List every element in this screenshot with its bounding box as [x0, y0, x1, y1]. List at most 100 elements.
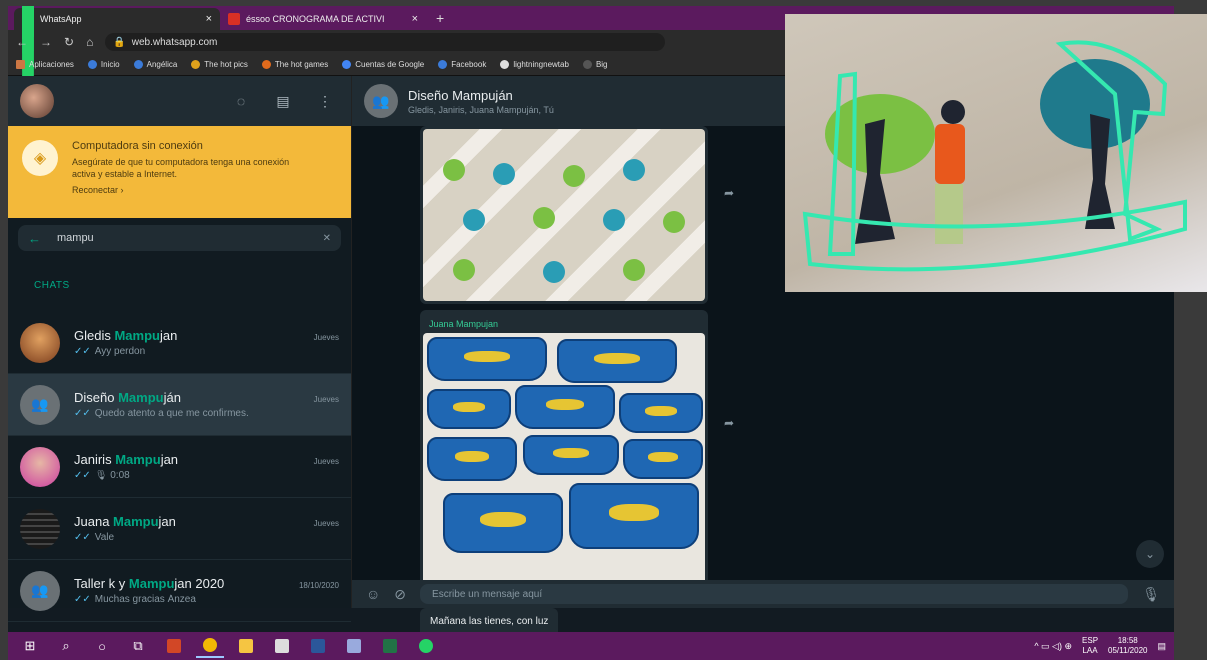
excel-icon[interactable] [376, 634, 404, 658]
chat-item[interactable]: Gledis Mampujan Jueves ✓✓ Ayy perdon [8, 312, 351, 374]
read-ticks-icon: ✓✓ [74, 470, 91, 481]
chrome-icon[interactable] [196, 634, 224, 658]
back-arrow-icon[interactable]: ← [28, 231, 41, 246]
clock[interactable]: 18:58 05/11/2020 [1108, 636, 1147, 656]
forward-icon[interactable]: → [40, 35, 52, 49]
close-tab-icon[interactable]: × [206, 13, 212, 25]
home-icon[interactable]: ⌂ [86, 35, 93, 49]
status-icon[interactable]: ◌ [227, 93, 255, 109]
word-icon[interactable] [304, 634, 332, 658]
offline-icon: ◈ [22, 140, 58, 176]
tab-whatsapp[interactable]: WhatsApp × [14, 6, 220, 285]
chat-item[interactable]: 👥 Diseño Mampuján Jueves ✓✓ Quedo atento a… [8, 374, 351, 436]
banner-text: Asegúrate de que tu computadora tenga un… [72, 157, 290, 179]
language-indicator[interactable]: ESP LAA [1082, 636, 1098, 656]
read-ticks-icon: ✓✓ [74, 408, 91, 419]
url-field[interactable]: 🔒 web.whatsapp.com [105, 33, 666, 51]
forward-icon[interactable]: ➦ [724, 186, 734, 200]
reload-icon[interactable]: ↻ [64, 35, 74, 49]
file-explorer-icon[interactable] [232, 634, 260, 658]
tree-motif [463, 209, 485, 231]
bookmark-icon [191, 60, 201, 69]
avatar [20, 446, 60, 487]
image-message[interactable]: Juana Mampujan [420, 310, 708, 606]
figure-head [941, 100, 965, 124]
bookmark-item[interactable]: The hot games [261, 60, 328, 69]
mask-motif [443, 493, 563, 553]
windows-start-icon[interactable]: ⊞ [16, 634, 44, 658]
avatar [20, 322, 60, 363]
search-icon[interactable]: ⌕ [52, 634, 80, 658]
tree-motif [623, 159, 645, 181]
bookmark-item[interactable]: Facebook [438, 60, 486, 69]
scroll-down-button[interactable]: ⌄ [1136, 540, 1164, 568]
group-avatar-icon: 👥 [20, 570, 60, 611]
message-input[interactable]: Escribe un mensaje aquí [420, 584, 1129, 604]
new-tab-button[interactable]: + [426, 10, 454, 30]
search-input[interactable]: ← mampu ✕ [18, 225, 341, 251]
menu-icon[interactable]: ⋮ [311, 93, 339, 110]
tab-gmail[interactable]: éssoo CRONOGRAMA DE ACTIVI × [220, 8, 426, 30]
group-avatar-icon: 👥 [20, 384, 60, 425]
image-message[interactable] [420, 126, 708, 304]
mask-motif [427, 389, 511, 429]
bookmark-item[interactable]: lightningnewtab [500, 60, 569, 69]
back-icon[interactable]: ← [16, 35, 28, 49]
attach-icon[interactable]: ⊘ [394, 586, 406, 603]
mask-closeup-photo [785, 14, 1207, 292]
bookmark-item[interactable]: The hot pics [191, 60, 248, 69]
emoji-icon[interactable]: ☺ [366, 586, 380, 602]
forward-icon[interactable]: ➦ [724, 416, 734, 430]
chat-name: Taller k y Mampujan 2020 [74, 576, 225, 591]
chat-time: Jueves [313, 457, 339, 466]
tree-motif [543, 261, 565, 283]
clear-icon[interactable]: ✕ [323, 233, 331, 244]
text-message: Mañana las tienes, con luz [420, 608, 559, 632]
microphone-icon[interactable]: 🎙 [1142, 586, 1160, 603]
photo-blue-masks [423, 333, 705, 597]
chat-preview: ✓✓ Vale [74, 532, 115, 543]
tree-motif [533, 207, 555, 229]
bookmark-item[interactable]: Cuentas de Google [342, 60, 424, 69]
reconnect-link[interactable]: Reconectar › [72, 185, 124, 195]
bookmark-icon [133, 60, 143, 69]
chat-preview: ✓✓ Quedo atento a que me confirmes. [74, 408, 249, 419]
mask-motif [427, 437, 517, 481]
app-icon[interactable] [340, 634, 368, 658]
google-icon [342, 60, 352, 69]
bookmark-icon [261, 60, 271, 69]
close-tab-icon[interactable]: × [412, 13, 418, 25]
whatsapp-taskbar-icon[interactable] [412, 634, 440, 658]
tray-icons[interactable]: ^ ▭ ◁) ⊕ [1034, 641, 1072, 652]
chat-item[interactable]: 👥 Taller k y Mampujan 2020 18/10/2020 ✓✓ M… [8, 560, 351, 622]
message-sender: Juana Mampujan [429, 319, 499, 329]
mask-motif [557, 339, 677, 383]
avatar[interactable] [20, 84, 54, 118]
mask-closeup-illustration [802, 40, 1187, 272]
bookmark-item[interactable]: Angélica [133, 60, 177, 69]
task-view-icon[interactable]: ⧉ [124, 634, 152, 658]
apps-icon [16, 60, 25, 69]
system-tray: ^ ▭ ◁) ⊕ ESP LAA 18:58 05/11/2020 ▤ [1034, 636, 1166, 656]
notifications-icon[interactable]: ▤ [1157, 641, 1166, 652]
conversation-members: Gledis, Janiris, Juana Mampuján, Tú [408, 104, 554, 115]
sidebar: ◌ ▤ ⋮ ◈ Computadora sin conexión Asegúra… [8, 76, 352, 622]
chat-preview: ✓✓ Muchas gracias Ánzea [74, 594, 196, 605]
sidebar-header: ◌ ▤ ⋮ [8, 76, 351, 126]
cortana-icon[interactable]: ○ [88, 634, 116, 658]
read-ticks-icon: ✓✓ [74, 532, 91, 543]
store-icon[interactable] [268, 634, 296, 658]
bookmark-item[interactable]: Big [582, 60, 608, 69]
lock-icon: 🔒 [113, 36, 126, 48]
chat-item[interactable]: Janiris Mampujan Jueves ✓✓ 🎙 0:08 [8, 436, 351, 498]
powerpoint-icon[interactable] [160, 634, 188, 658]
mic-icon: 🎙 [94, 470, 108, 481]
chat-name: Diseño Mampuján [74, 390, 181, 405]
bookmark-apps[interactable]: Aplicaciones [16, 60, 74, 69]
bookmark-item[interactable]: Inicio [87, 60, 120, 69]
bookmark-icon [500, 60, 510, 69]
gmail-icon [228, 13, 240, 25]
new-chat-icon[interactable]: ▤ [269, 93, 297, 110]
tree-motif [453, 259, 475, 281]
chat-item[interactable]: Juana Mampujan Jueves ✓✓ Vale [8, 498, 351, 560]
